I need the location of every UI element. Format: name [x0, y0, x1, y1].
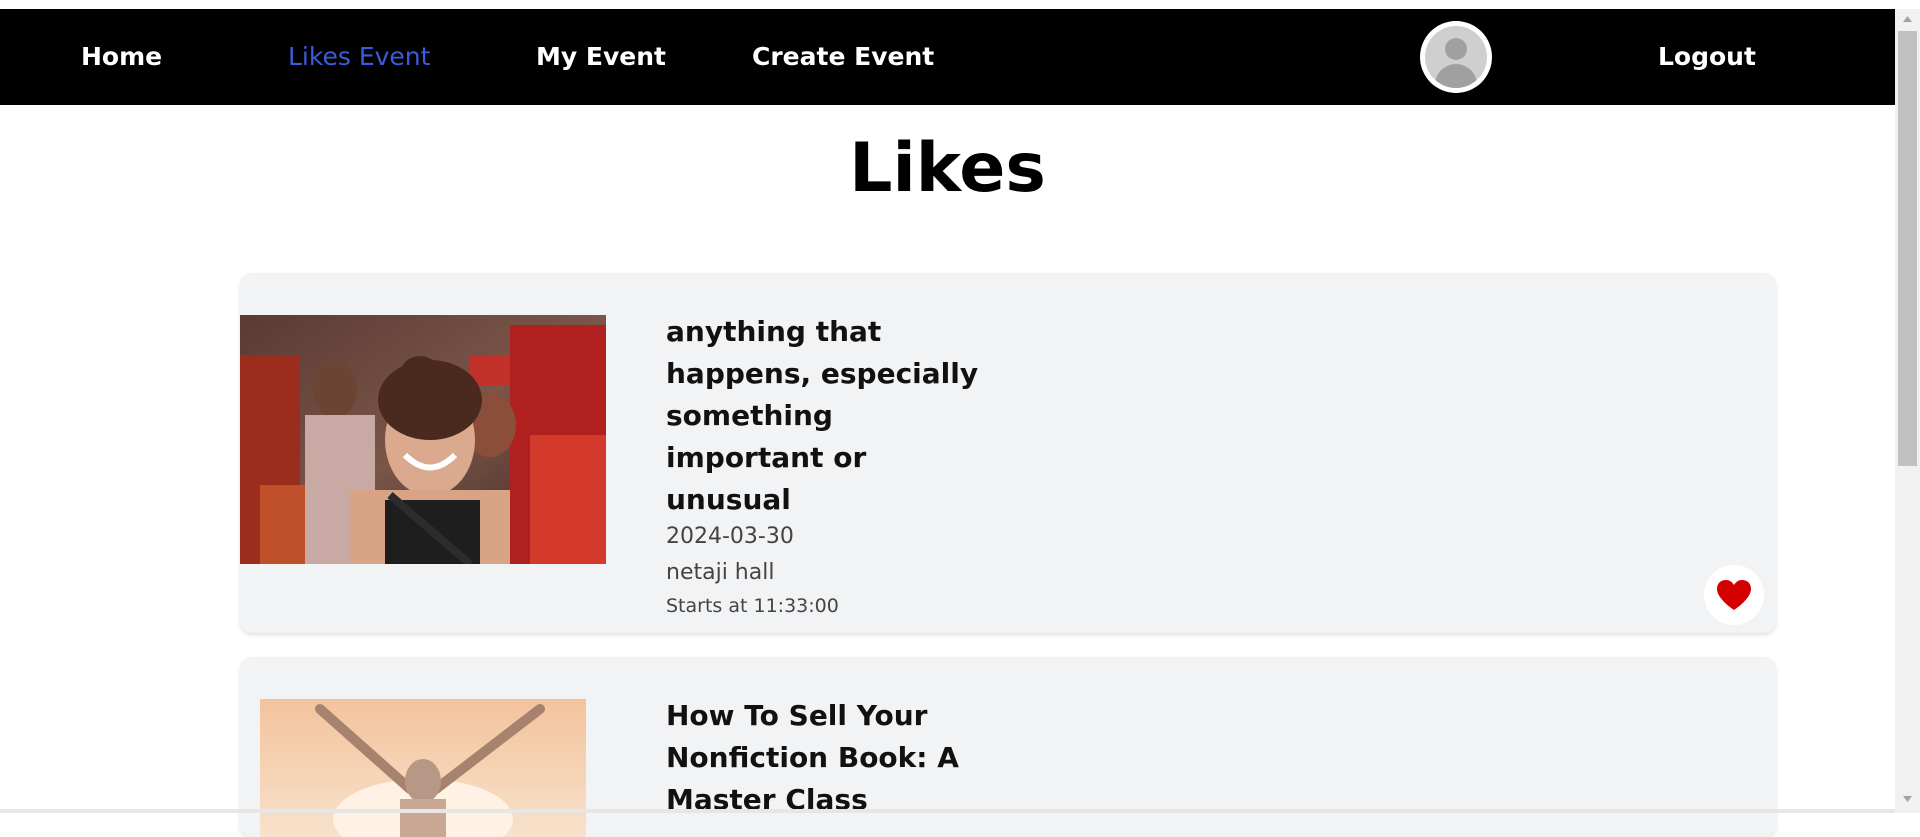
- nav-home-link[interactable]: Home: [81, 9, 162, 105]
- page-title: Likes: [849, 129, 1046, 208]
- vertical-scrollbar[interactable]: [1895, 9, 1920, 813]
- event-image: [240, 315, 606, 564]
- event-start-time: Starts at 11:33:00: [666, 595, 839, 617]
- like-button[interactable]: [1704, 565, 1764, 625]
- nav-likes-event-link[interactable]: Likes Event: [288, 9, 430, 105]
- event-image: [260, 699, 586, 837]
- event-card[interactable]: anything that happens, especially someth…: [240, 273, 1776, 633]
- scrollbar-thumb[interactable]: [1898, 31, 1917, 466]
- heart-icon: [1717, 580, 1751, 610]
- event-date: 2024-03-30: [666, 524, 794, 549]
- event-venue: netaji hall: [666, 560, 775, 585]
- user-avatar-icon[interactable]: [1420, 21, 1492, 93]
- event-title[interactable]: How To Sell Your Nonfiction Book: A Mast…: [666, 695, 986, 821]
- scroll-up-arrow-icon[interactable]: [1895, 9, 1920, 29]
- logout-button[interactable]: Logout: [1658, 9, 1756, 105]
- nav-my-event-link[interactable]: My Event: [536, 9, 666, 105]
- top-navbar: Home Likes Event My Event Create Event L…: [0, 9, 1895, 105]
- scroll-down-arrow-icon[interactable]: [1895, 789, 1920, 809]
- nav-create-event-link[interactable]: Create Event: [752, 9, 934, 105]
- page-bottom-edge: [0, 809, 1895, 813]
- event-title[interactable]: anything that happens, especially someth…: [666, 311, 986, 521]
